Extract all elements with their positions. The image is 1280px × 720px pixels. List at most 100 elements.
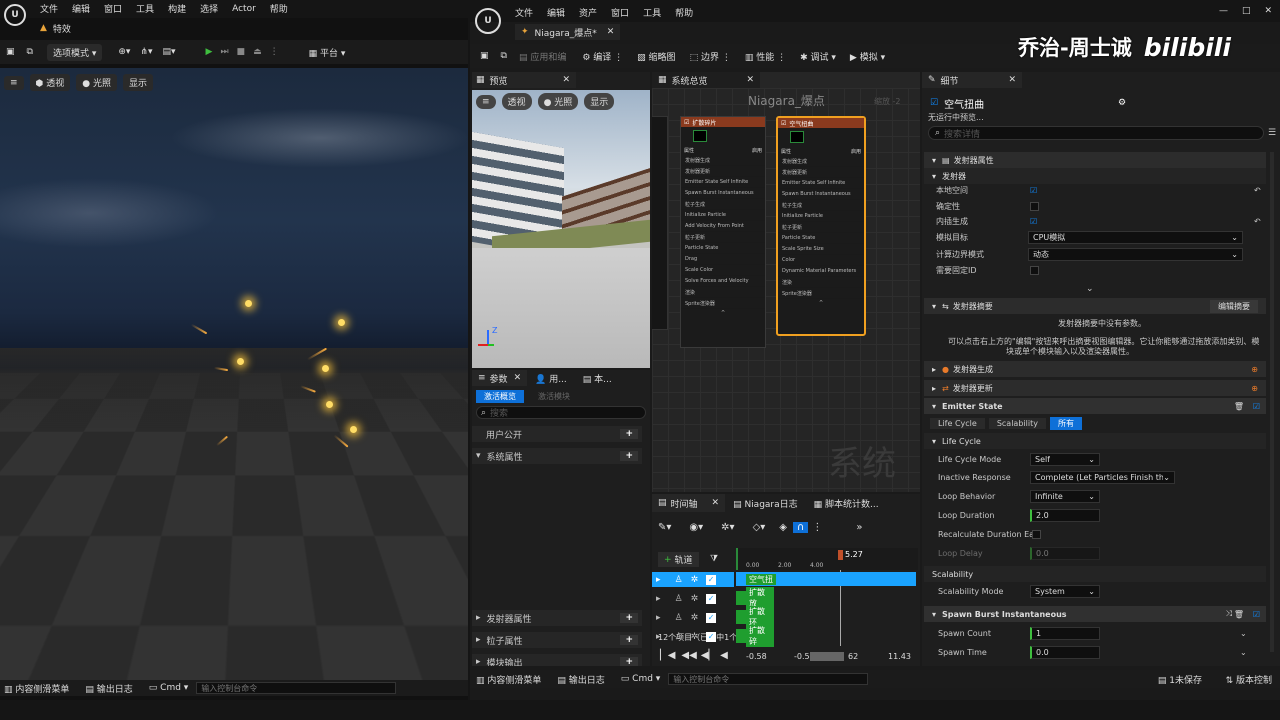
track-controls[interactable]: ▸ ♙ ✲ ✓ <box>652 629 734 644</box>
solo-icon[interactable]: ✲ <box>691 613 699 623</box>
menu-item[interactable]: 帮助 <box>270 2 288 15</box>
emitter-enabled-checkbox[interactable]: ☑ <box>930 98 938 108</box>
magnet-icon[interactable]: ∩ <box>792 521 809 533</box>
node-stack-row[interactable]: 粒子更新 <box>778 222 864 233</box>
eject-icon[interactable]: ⏏ <box>253 47 262 57</box>
add-icon[interactable]: + <box>620 429 638 439</box>
menu-item[interactable]: 工具 <box>136 2 154 15</box>
add-icon[interactable]: + <box>620 635 638 645</box>
work-range-start[interactable] <box>736 548 738 570</box>
fixed-id-checkbox[interactable] <box>1030 265 1039 275</box>
node-stack-row[interactable]: Spawn Burst Instantaneous <box>778 189 864 200</box>
emitter-props-header[interactable]: ▾ ▤ 发射器属性 <box>924 152 1266 168</box>
cmd-button[interactable]: ▭ Cmd ▾ <box>149 683 189 693</box>
add-icon[interactable]: + <box>620 613 638 623</box>
node-expand-icon[interactable]: ⌃ <box>778 299 864 307</box>
shuffle-icon[interactable]: ⤨ <box>1226 609 1232 619</box>
time-ruler[interactable]: 0.00 2.00 4.00 5.27 <box>736 548 918 570</box>
tab-scalability[interactable]: Scalability <box>988 418 1046 429</box>
close-tab-icon[interactable]: ✕ <box>607 27 615 37</box>
menu-item[interactable]: 工具 <box>643 6 661 19</box>
node-stack-row[interactable]: 粒子更新 <box>681 232 765 243</box>
details-tab[interactable]: ✎ 细节 ✕ <box>922 72 1022 88</box>
perspective-button[interactable]: ⬢ 透视 <box>29 74 71 91</box>
menu-item[interactable]: 文件 <box>515 6 533 19</box>
simulate-button[interactable]: ▶ 模拟 ▾ <box>850 50 885 63</box>
level-tab[interactable]: ▲ 特效 <box>40 20 71 36</box>
step-back-icon[interactable]: ◀▏ <box>701 650 716 661</box>
cinematic-icon[interactable]: ▤▾ <box>162 47 175 57</box>
system-overview-tab[interactable]: ▦ 系统总览 ✕ <box>652 72 760 88</box>
solo-icon[interactable]: ✲ <box>691 594 699 604</box>
output-log-button[interactable]: ▤ 输出日志 <box>557 673 604 686</box>
details-search[interactable]: ⌕ 搜索详情 <box>928 126 1264 140</box>
to-start-icon[interactable]: ▏◀ <box>660 650 675 661</box>
play-icon[interactable]: ▶ <box>206 47 213 57</box>
filter-icon[interactable]: ⧩ <box>710 554 718 564</box>
track-controls[interactable]: ▸ ♙ ✲ ✓ <box>652 610 734 625</box>
node-stack-row[interactable]: 粒子生成 <box>778 200 864 211</box>
node-stack-row[interactable]: 渲染 <box>778 277 864 288</box>
step-icon[interactable]: ⏭ <box>220 47 228 57</box>
track-enabled-checkbox[interactable]: ✓ <box>706 593 717 604</box>
node-stack-row[interactable]: Particle State <box>681 243 765 254</box>
range-scrollbar[interactable] <box>810 652 844 661</box>
compile-button[interactable]: ⚙ 编译 ⋮ <box>582 50 623 63</box>
node-stack-row[interactable]: Scale Sprite Size <box>778 244 864 255</box>
tab-parameters[interactable]: ≡ 参数 ✕ <box>472 370 528 386</box>
enabled-checkbox[interactable]: ☑ <box>1253 402 1260 411</box>
close-tab-icon[interactable]: ✕ <box>712 498 720 508</box>
particle-attributes-header[interactable]: ▸ 粒子属性 + <box>472 632 642 648</box>
edit-summary-button[interactable]: 编辑摘要 <box>1210 299 1258 313</box>
tab-life-cycle[interactable]: Life Cycle <box>930 418 985 429</box>
emitter-spawn-header[interactable]: ▸ ● 发射器生成 ⊕ <box>924 361 1266 377</box>
thumbnail-button[interactable]: ▧ 缩略图 <box>637 50 675 63</box>
playhead-marker[interactable] <box>838 550 843 560</box>
lighting-button[interactable]: ● 光照 <box>537 93 579 110</box>
more-icon[interactable]: ⋮ <box>812 522 822 533</box>
save-icon[interactable]: ▣ <box>6 47 15 57</box>
node-checkbox[interactable]: ☑ <box>684 119 689 126</box>
node-stack-row[interactable]: Add Velocity From Point <box>681 221 765 232</box>
node-stack-row[interactable]: Color <box>778 255 864 266</box>
emitter-state-header[interactable]: ▾ Emitter State 🗑 ☑ <box>924 398 1266 414</box>
life-cycle-header[interactable]: ▾ Life Cycle <box>924 433 1266 449</box>
track-bar[interactable]: 空气扭 <box>736 572 916 586</box>
mode-button[interactable]: 选项模式 ▾ <box>46 43 103 61</box>
enabled-checkbox[interactable]: ☑ <box>1253 610 1260 619</box>
expand-icon[interactable]: ▸ <box>656 594 661 604</box>
stop-icon[interactable]: ■ <box>237 47 246 57</box>
unreal-logo-icon[interactable]: U <box>4 4 26 26</box>
delete-icon[interactable]: 🗑 <box>1234 402 1244 411</box>
play-reverse-icon[interactable]: ◀ <box>720 650 728 661</box>
node-stack-row[interactable]: 发射器生成 <box>778 156 864 167</box>
asset-tab[interactable]: ✦ Niagara_爆点* ✕ <box>515 24 621 40</box>
summary-header[interactable]: ▾ ⇆ 发射器摘要 编辑摘要 <box>924 298 1266 314</box>
node-stack-row[interactable]: Initialize Particle <box>778 211 864 222</box>
source-control-button[interactable]: ⇅ 版本控制 <box>1226 673 1272 686</box>
parameters-search[interactable]: ⌕ 搜索 <box>476 406 646 419</box>
content-icon[interactable]: ⧉ <box>27 47 33 57</box>
settings-icon[interactable]: ⚙ <box>1118 98 1126 108</box>
tab-all[interactable]: 所有 <box>1049 417 1082 430</box>
emitter-node-partial[interactable] <box>652 116 668 330</box>
menu-item[interactable]: 文件 <box>40 2 58 15</box>
menu-item[interactable]: 帮助 <box>675 6 693 19</box>
spawn-count-input[interactable]: 1 <box>1030 626 1100 640</box>
determinism-checkbox[interactable] <box>1030 201 1039 211</box>
isolate-icon[interactable]: ♙ <box>675 594 683 604</box>
apply-compile-button[interactable]: ▤ 应用和编 <box>519 50 566 63</box>
chevron-down-icon[interactable]: ⌄ <box>1240 648 1247 657</box>
view-icon[interactable]: ◉▾ <box>689 522 703 533</box>
performance-button[interactable]: ▥ 性能 ⋮ <box>745 50 786 63</box>
node-stack-row[interactable]: 发射器更新 <box>778 167 864 178</box>
expand-more-icon[interactable]: ⌄ <box>1086 284 1094 294</box>
field-dropdown[interactable]: Complete (Let Particles Finish then ⌄ <box>1030 471 1175 485</box>
unsaved-button[interactable]: ▤ 1未保存 <box>1158 673 1202 686</box>
tab-script-stats[interactable]: ▦ 脚本统计数... <box>806 497 887 510</box>
menu-item[interactable]: 编辑 <box>547 6 565 19</box>
output-log-button[interactable]: ▤ 输出日志 <box>85 682 132 695</box>
show-button[interactable]: 显示 <box>123 74 154 91</box>
emitter-node-debris[interactable]: ☑ 扩散碎片 属性 启用 发射器生成 发射器更新 Emitter State Sel… <box>680 116 766 348</box>
node-stack-row[interactable]: Scale Color <box>681 265 765 276</box>
